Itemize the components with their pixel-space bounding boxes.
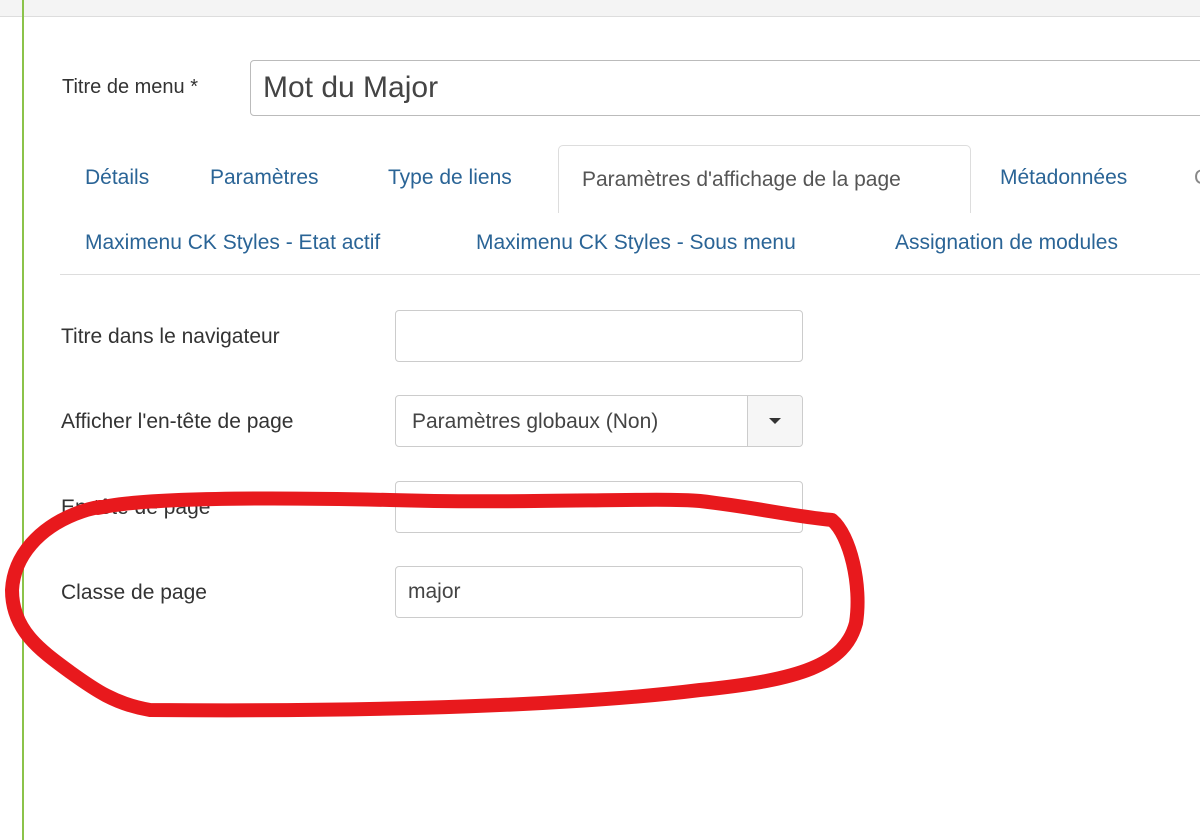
- menu-title-input[interactable]: Mot du Major: [250, 60, 1200, 116]
- page-heading-label: En-tête de page: [61, 496, 211, 519]
- page-heading-input[interactable]: [395, 481, 803, 533]
- tab-page-display-active[interactable]: Paramètres d'affichage de la page: [558, 145, 971, 213]
- show-heading-select[interactable]: Paramètres globaux (Non): [395, 395, 803, 447]
- tab-maximenu-sous-menu[interactable]: Maximenu CK Styles - Sous menu: [476, 231, 796, 255]
- show-heading-label: Afficher l'en-tête de page: [61, 410, 294, 433]
- tab-metadonnees[interactable]: Métadonnées: [1000, 166, 1127, 190]
- tab-type-de-liens[interactable]: Type de liens: [388, 166, 512, 190]
- browser-title-label: Titre dans le navigateur: [61, 325, 280, 348]
- tab-details[interactable]: Détails: [85, 166, 149, 190]
- tab-maximenu-etat-actif[interactable]: Maximenu CK Styles - Etat actif: [85, 231, 380, 255]
- menu-title-label: Titre de menu *: [62, 76, 198, 98]
- caret-down-icon: [769, 418, 781, 424]
- show-heading-selected-value: Paramètres globaux (Non): [412, 410, 659, 433]
- tab-parametres[interactable]: Paramètres: [210, 166, 319, 190]
- page-class-input[interactable]: major: [395, 566, 803, 618]
- page: Titre de menu * Mot du Major Détails Par…: [0, 0, 1200, 840]
- tab-clipped[interactable]: C: [1194, 166, 1200, 190]
- tabs-divider: [60, 274, 1200, 275]
- top-toolbar-strip: [0, 0, 1200, 17]
- tab-assignation-modules[interactable]: Assignation de modules: [895, 231, 1118, 255]
- page-class-label: Classe de page: [61, 581, 207, 604]
- browser-title-input[interactable]: [395, 310, 803, 362]
- select-dropdown-button[interactable]: [747, 396, 802, 446]
- left-accent-border: [22, 0, 24, 840]
